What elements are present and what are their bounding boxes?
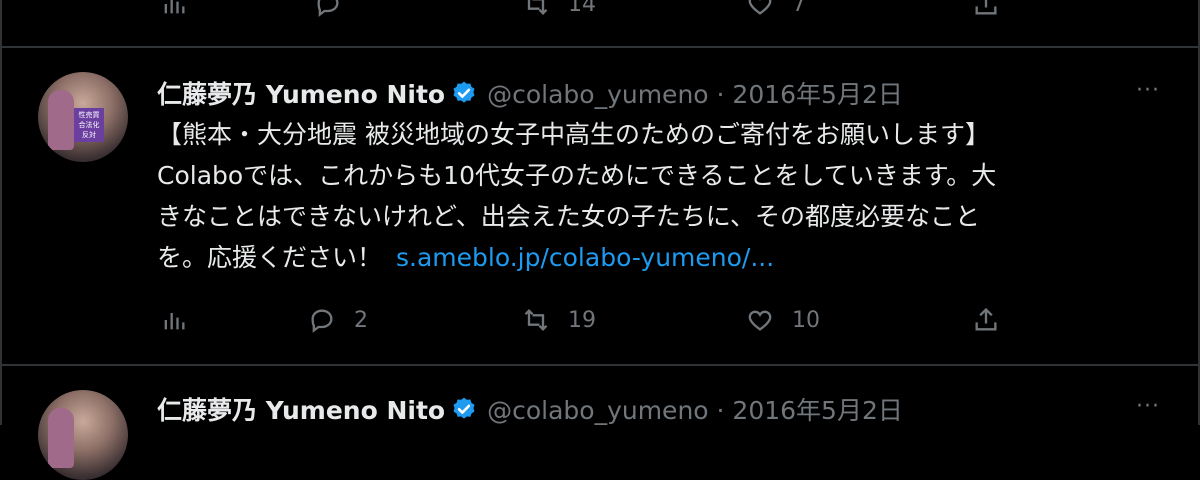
more-options-icon[interactable]: ··· <box>1136 78 1160 103</box>
retweet-count: 14 <box>568 0 596 17</box>
avatar-figure <box>48 408 74 468</box>
verified-badge-icon <box>453 81 475 103</box>
retweet-count: 19 <box>568 307 596 333</box>
reply-button[interactable] <box>314 0 342 18</box>
retweet-icon <box>527 0 548 15</box>
display-name[interactable]: 仁藤夢乃 Yumeno Nito <box>157 75 445 111</box>
heart-icon <box>748 310 772 331</box>
tweet[interactable]: 性売買 合法化 反対 仁藤夢乃 Yumeno Nito @colabo_yume… <box>2 48 1198 364</box>
display-name[interactable]: 仁藤夢乃 Yumeno Nito <box>157 391 445 427</box>
share-icon <box>975 307 997 331</box>
tweet-text-line: Colaboでは、これからも10代女子のためにできることをしていきます。大 <box>157 161 997 190</box>
like-button[interactable]: 7 <box>746 0 806 18</box>
reply-count: 2 <box>354 307 368 333</box>
analytics-button[interactable] <box>160 306 188 334</box>
tweet-text-line: 【熊本・大分地震 被災地域の女子中高生のためのご寄付をお願いします】 <box>157 120 990 149</box>
timeline-feed: 14 7 性売買 合法化 反対 仁藤夢乃 Yumeno Nito @colabo… <box>0 0 1200 480</box>
tweet-text-line: きなことはできないけれど、出会えた女の子たちに、その都度必要なこと <box>157 202 981 231</box>
like-count: 7 <box>792 0 806 17</box>
share-icon <box>975 0 997 15</box>
share-button[interactable] <box>972 0 1000 18</box>
avatar-sign: 性売買 合法化 反対 <box>74 108 104 142</box>
tweet-link[interactable]: s.ameblo.jp/colabo-yumeno/... <box>396 243 774 272</box>
retweet-button[interactable]: 14 <box>522 0 596 18</box>
verified-badge-icon <box>453 397 475 419</box>
handle-and-date[interactable]: @colabo_yumeno · 2016年5月2日 <box>487 391 903 427</box>
previous-tweet-actions: 14 7 <box>2 0 1198 48</box>
tweet-text-end: を。応援ください！ <box>157 243 383 272</box>
reply-icon <box>317 0 339 17</box>
retweet-icon <box>524 309 548 331</box>
tweet[interactable]: 仁藤夢乃 Yumeno Nito @colabo_yumeno · 2016年5… <box>2 366 1198 480</box>
like-button[interactable]: 10 <box>746 306 820 334</box>
reply-icon <box>311 309 333 333</box>
tweet-text: 【熊本・大分地震 被災地域の女子中高生のためのご寄付をお願いします】 Colab… <box>157 114 1157 278</box>
share-button[interactable] <box>972 306 1000 334</box>
more-options-icon[interactable]: ··· <box>1136 394 1160 419</box>
tweet-header: 仁藤夢乃 Yumeno Nito @colabo_yumeno · 2016年5… <box>157 76 903 110</box>
handle-and-date[interactable]: @colabo_yumeno · 2016年5月2日 <box>487 75 903 111</box>
tweet-text-line-last: を。応援ください！ s.ameblo.jp/colabo-yumeno/... <box>157 237 1157 278</box>
like-count: 10 <box>792 307 820 333</box>
analytics-icon <box>164 0 185 14</box>
heart-icon <box>748 0 772 15</box>
avatar[interactable]: 性売買 合法化 反対 <box>38 72 128 162</box>
analytics-icon <box>164 313 185 330</box>
avatar[interactable] <box>38 390 128 480</box>
tweet-header: 仁藤夢乃 Yumeno Nito @colabo_yumeno · 2016年5… <box>157 392 903 426</box>
retweet-button[interactable]: 19 <box>522 306 596 334</box>
avatar-figure <box>48 90 74 150</box>
analytics-button[interactable] <box>160 0 188 18</box>
reply-button[interactable]: 2 <box>308 306 368 334</box>
